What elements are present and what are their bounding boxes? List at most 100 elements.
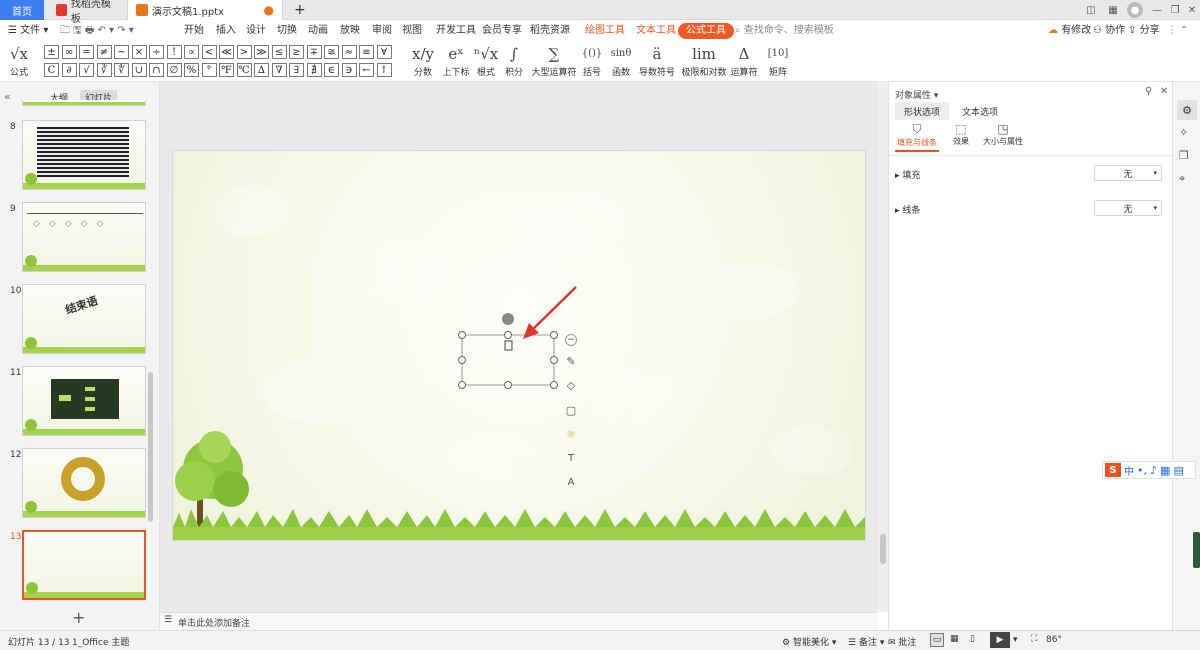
side-widget[interactable] bbox=[1193, 532, 1200, 568]
menu-item-4[interactable]: 动画 bbox=[308, 20, 328, 42]
slide-thumbnail[interactable] bbox=[22, 530, 146, 600]
fill-dropdown[interactable]: 无 ▾ bbox=[1094, 165, 1162, 181]
menu-draw-tools[interactable]: 绘图工具 bbox=[585, 20, 625, 42]
symbol-button[interactable]: × bbox=[131, 45, 147, 59]
resize-handle-w[interactable] bbox=[458, 356, 466, 364]
properties-icon[interactable]: ⚙ bbox=[1177, 100, 1197, 120]
subtab-size[interactable]: ◳ 大小与属性 bbox=[981, 122, 1025, 147]
symbol-button[interactable]: √ bbox=[79, 63, 94, 77]
tab-text-options[interactable]: 文本选项 bbox=[953, 102, 1007, 120]
slide-thumbnail[interactable]: ◇◇◇◇◇ bbox=[22, 202, 146, 272]
smart-beautify-button[interactable]: ⚙ 智能美化 ▾ bbox=[782, 635, 836, 648]
close-icon[interactable]: ✕ bbox=[1184, 2, 1200, 18]
ime-toolbar[interactable]: S 中 •, ♪ ▦ ▤ bbox=[1102, 461, 1196, 479]
keyboard-icon[interactable]: ▦ bbox=[1160, 464, 1170, 477]
grid-icon[interactable]: ▦ bbox=[1105, 2, 1121, 18]
pen-icon[interactable]: ✎ bbox=[563, 353, 579, 369]
fit-icon[interactable]: ⛶ bbox=[1031, 634, 1037, 644]
mic-icon[interactable]: ♪ bbox=[1150, 464, 1157, 477]
bulb-icon[interactable]: ☼ bbox=[563, 426, 579, 442]
symbol-button[interactable]: ∪ bbox=[131, 63, 147, 77]
panel-scrollbar[interactable] bbox=[148, 372, 153, 522]
add-slide-button[interactable]: + bbox=[72, 608, 85, 627]
rotate-handle[interactable] bbox=[502, 313, 514, 325]
normal-view-icon[interactable]: ▭ bbox=[930, 633, 944, 647]
ribbon-group-3[interactable]: ∫ 积分 bbox=[502, 42, 526, 82]
avatar[interactable]: ● bbox=[1127, 2, 1143, 18]
ribbon-group-9[interactable]: Δ 运算符 bbox=[730, 42, 758, 82]
ribbon-group-4[interactable]: ∑ 大型运算符 bbox=[530, 42, 578, 82]
menu-item-1[interactable]: 插入 bbox=[216, 20, 236, 42]
play-dropdown-icon[interactable]: ▾ bbox=[1013, 635, 1018, 645]
symbol-button[interactable]: ∆ bbox=[254, 63, 269, 77]
resize-handle-nw[interactable] bbox=[458, 331, 466, 339]
resize-handle-sw[interactable] bbox=[458, 381, 466, 389]
collapse-panel-icon[interactable]: « bbox=[4, 90, 11, 103]
resize-handle-ne[interactable] bbox=[550, 331, 558, 339]
ribbon-group-5[interactable]: {()} 括号 bbox=[580, 42, 604, 82]
reading-view-icon[interactable]: ▯ bbox=[970, 634, 975, 644]
menu-text-tools[interactable]: 文本工具 bbox=[636, 20, 676, 42]
formula-button[interactable]: √x 公式 bbox=[6, 42, 32, 82]
file-menu[interactable]: ☰ 文件 ▾ bbox=[8, 20, 48, 42]
resize-handle-n[interactable] bbox=[504, 331, 512, 339]
symbol-button[interactable]: ! bbox=[166, 45, 182, 59]
tab-document[interactable]: 演示文稿1.pptx ● bbox=[127, 0, 283, 20]
copy-icon[interactable]: ❐ bbox=[1179, 149, 1189, 162]
symbol-button[interactable]: ∂ bbox=[61, 63, 77, 77]
subtab-fill-line[interactable]: ⛉ 填充与线条 bbox=[895, 122, 939, 152]
zoom-level[interactable]: 86° bbox=[1046, 635, 1062, 645]
restore-icon[interactable]: ❐ bbox=[1167, 2, 1183, 18]
collab-button[interactable]: ⚇ 协作 bbox=[1093, 20, 1125, 42]
symbol-button[interactable]: ± bbox=[44, 45, 59, 59]
symbol-button[interactable]: ∩ bbox=[149, 63, 164, 77]
symbol-button[interactable]: > bbox=[236, 45, 252, 59]
symbol-button[interactable]: ∞ bbox=[61, 45, 77, 59]
ime-lang[interactable]: 中 bbox=[1124, 463, 1134, 478]
layout-icon[interactable]: ◫ bbox=[1083, 2, 1099, 18]
symbol-button[interactable]: ∈ bbox=[324, 63, 339, 77]
pin-tool-icon[interactable]: ✧ bbox=[1179, 126, 1188, 139]
symbol-button[interactable]: ∓ bbox=[306, 45, 322, 59]
ribbon-group-0[interactable]: x/y 分数 bbox=[410, 42, 436, 82]
symbol-button[interactable]: ∀ bbox=[376, 45, 392, 59]
location-icon[interactable]: ⌖ bbox=[1179, 172, 1185, 186]
symbol-button[interactable]: C bbox=[44, 63, 59, 77]
symbol-button[interactable]: ∃ bbox=[289, 63, 304, 77]
symbol-button[interactable]: ↑ bbox=[376, 63, 392, 77]
symbol-button[interactable]: ° bbox=[201, 63, 217, 77]
tab-shape-options[interactable]: 形状选项 bbox=[895, 102, 949, 120]
pending-changes-button[interactable]: ☁ 有修改 bbox=[1048, 20, 1091, 42]
line-section-header[interactable]: ▸ 线条 bbox=[895, 203, 920, 216]
symbol-button[interactable]: ← bbox=[359, 63, 374, 77]
notes-button[interactable]: ☰ 备注 ▾ bbox=[848, 635, 884, 648]
symbol-button[interactable]: ∅ bbox=[166, 63, 182, 77]
panel-close-icon[interactable]: ✕ bbox=[1160, 86, 1168, 97]
theme-name[interactable]: 1_Office 主题 bbox=[72, 635, 129, 648]
resize-handle-e[interactable] bbox=[550, 356, 558, 364]
pin-icon[interactable]: ⚲ bbox=[1145, 86, 1152, 97]
share-button[interactable]: ⇪ 分享 bbox=[1128, 20, 1160, 42]
current-slide[interactable] bbox=[172, 150, 866, 541]
comment-button[interactable]: ✉ 批注 bbox=[888, 635, 916, 648]
more-icon[interactable]: ⋮ ⌃ bbox=[1167, 20, 1189, 42]
symbol-button[interactable]: ∇ bbox=[271, 63, 287, 77]
slide-thumbnail[interactable] bbox=[22, 120, 146, 190]
outline-icon[interactable]: ▢ bbox=[563, 402, 579, 418]
canvas-scroll-thumb[interactable] bbox=[880, 534, 886, 564]
fill-section-header[interactable]: ▸ 填充 bbox=[895, 168, 920, 181]
play-icon[interactable]: ▶ bbox=[990, 632, 1010, 648]
tab-home[interactable]: 首页 bbox=[0, 0, 44, 20]
symbol-button[interactable]: ∋ bbox=[341, 63, 357, 77]
symbol-button[interactable]: ≤ bbox=[271, 45, 287, 59]
symbol-button[interactable]: ≈ bbox=[341, 45, 357, 59]
ribbon-group-2[interactable]: ⁿ√x 根式 bbox=[474, 42, 499, 82]
panel-title[interactable]: 对象属性 ▾ bbox=[895, 88, 938, 101]
symbol-button[interactable]: < bbox=[201, 45, 217, 59]
symbol-button[interactable]: ≅ bbox=[324, 45, 339, 59]
symbol-button[interactable]: ≪ bbox=[219, 45, 234, 59]
symbol-button[interactable]: = bbox=[79, 45, 94, 59]
subtab-effect[interactable]: ⬚ 效果 bbox=[947, 122, 975, 147]
menu-item-3[interactable]: 切换 bbox=[277, 20, 297, 42]
fill-bucket-icon[interactable]: ◇ bbox=[563, 377, 579, 393]
